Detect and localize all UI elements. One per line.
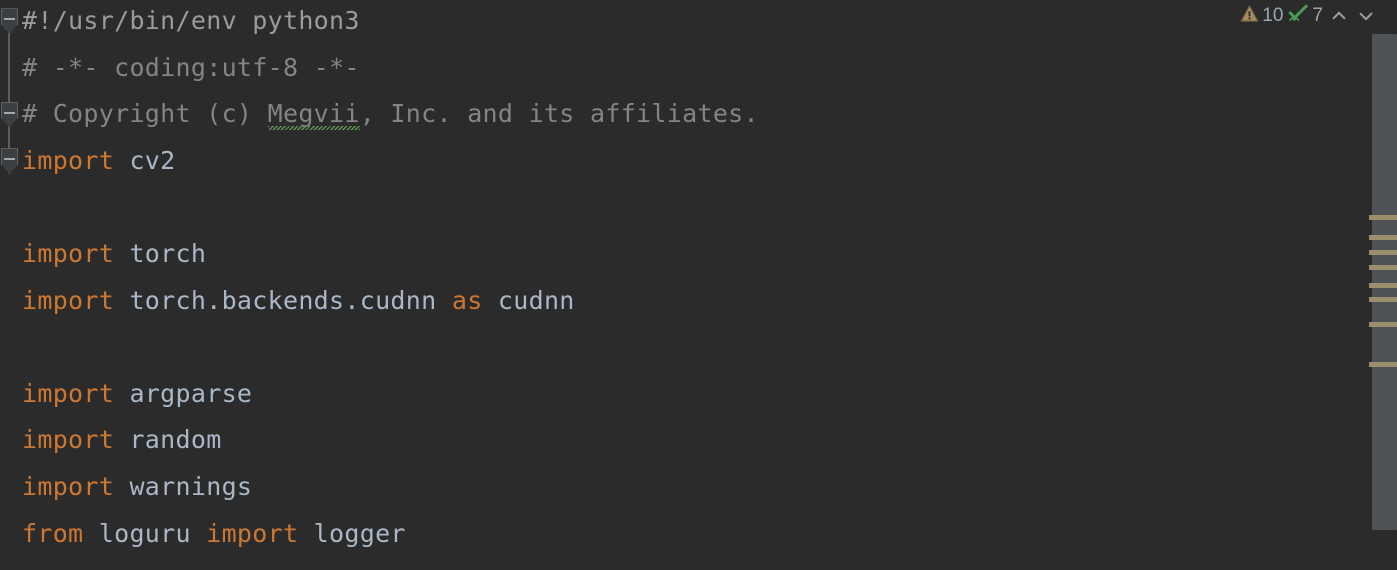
code-token: loguru bbox=[83, 518, 207, 548]
warning-stripe-marker[interactable] bbox=[1369, 283, 1397, 288]
warning-stripe-marker[interactable] bbox=[1369, 265, 1397, 270]
code-text-area[interactable]: #!/usr/bin/env python3 # -*- coding:utf-8… bbox=[20, 0, 1360, 570]
code-token: warnings bbox=[114, 472, 253, 501]
inspection-ok-count-label: 7 bbox=[1312, 5, 1323, 26]
fold-collapse-marker[interactable] bbox=[0, 148, 19, 175]
warning-count-label: 10 bbox=[1262, 5, 1284, 26]
minus-icon bbox=[4, 18, 15, 21]
vertical-scrollbar-gutter[interactable] bbox=[1360, 0, 1397, 570]
code-token: , Inc. and its affiliates. bbox=[359, 99, 759, 129]
warning-stripe-marker[interactable] bbox=[1369, 235, 1397, 240]
code-line[interactable]: #!/usr/bin/env python3 bbox=[22, 0, 360, 45]
fold-gutter[interactable] bbox=[0, 0, 20, 570]
code-token: random bbox=[114, 425, 222, 455]
inspection-ok-check-icon bbox=[1288, 3, 1309, 29]
code-token: import bbox=[22, 239, 115, 268]
fold-marker-shape bbox=[1, 101, 18, 128]
inspection-ok-group[interactable]: 7 bbox=[1288, 3, 1323, 29]
code-token: import bbox=[22, 472, 115, 501]
code-line[interactable]: # -*- coding:utf-8 -*- bbox=[22, 45, 360, 92]
minus-icon bbox=[4, 158, 15, 161]
code-line[interactable]: import warnings bbox=[22, 464, 252, 511]
code-token: # -*- coding:utf-8 -*- bbox=[22, 52, 360, 82]
fold-marker-shape bbox=[1, 8, 18, 35]
code-token: import bbox=[22, 145, 115, 175]
code-token: as bbox=[451, 285, 483, 315]
scrollbar-thumb[interactable] bbox=[1372, 34, 1397, 530]
warning-stripe-marker[interactable] bbox=[1369, 297, 1397, 302]
warning-stripe-marker[interactable] bbox=[1369, 322, 1397, 327]
chevron-down-icon[interactable] bbox=[1355, 5, 1377, 27]
misspelled-word: Megvii bbox=[267, 91, 360, 138]
chevron-up-icon[interactable] bbox=[1328, 5, 1350, 27]
fold-marker-shape bbox=[1, 148, 18, 175]
warning-count-group[interactable]: 10 bbox=[1240, 4, 1283, 29]
inspection-widget[interactable]: 10 7 bbox=[1240, 2, 1377, 30]
code-line[interactable]: import torch.backends.cudnn as cudnn bbox=[22, 278, 575, 325]
code-token: import bbox=[206, 518, 299, 548]
code-token: argparse bbox=[114, 378, 253, 408]
code-editor: #!/usr/bin/env python3 # -*- coding:utf-8… bbox=[0, 0, 1397, 570]
code-token: cv2 bbox=[114, 145, 176, 175]
code-token: # Copyright (c) bbox=[22, 99, 268, 129]
warning-triangle-icon bbox=[1240, 4, 1259, 29]
code-token: import bbox=[22, 285, 115, 315]
code-line[interactable]: # Copyright (c) Megvii, Inc. and its aff… bbox=[22, 91, 759, 138]
fold-collapse-marker[interactable] bbox=[0, 8, 19, 35]
code-token: torch bbox=[114, 239, 207, 268]
code-line[interactable]: import argparse bbox=[22, 371, 252, 418]
code-token: import bbox=[22, 378, 115, 408]
fold-collapse-marker[interactable] bbox=[0, 101, 19, 128]
code-token: cudnn bbox=[482, 285, 575, 315]
warning-stripe-marker[interactable] bbox=[1369, 250, 1397, 255]
code-token: #!/usr/bin/env python3 bbox=[22, 6, 360, 35]
warning-stripe-marker[interactable] bbox=[1369, 215, 1397, 220]
code-token: import bbox=[22, 425, 115, 455]
code-token: from bbox=[22, 518, 84, 548]
code-line[interactable]: from loguru import logger bbox=[22, 511, 406, 558]
code-line[interactable]: import cv2 bbox=[22, 138, 176, 185]
minus-icon bbox=[4, 111, 15, 114]
code-token: torch.backends.cudnn bbox=[114, 285, 452, 315]
fold-region-spine bbox=[8, 21, 10, 162]
code-token: logger bbox=[298, 518, 406, 548]
warning-stripe-marker[interactable] bbox=[1369, 362, 1397, 367]
code-line[interactable]: import torch bbox=[22, 231, 206, 278]
code-line[interactable]: import random bbox=[22, 417, 222, 464]
